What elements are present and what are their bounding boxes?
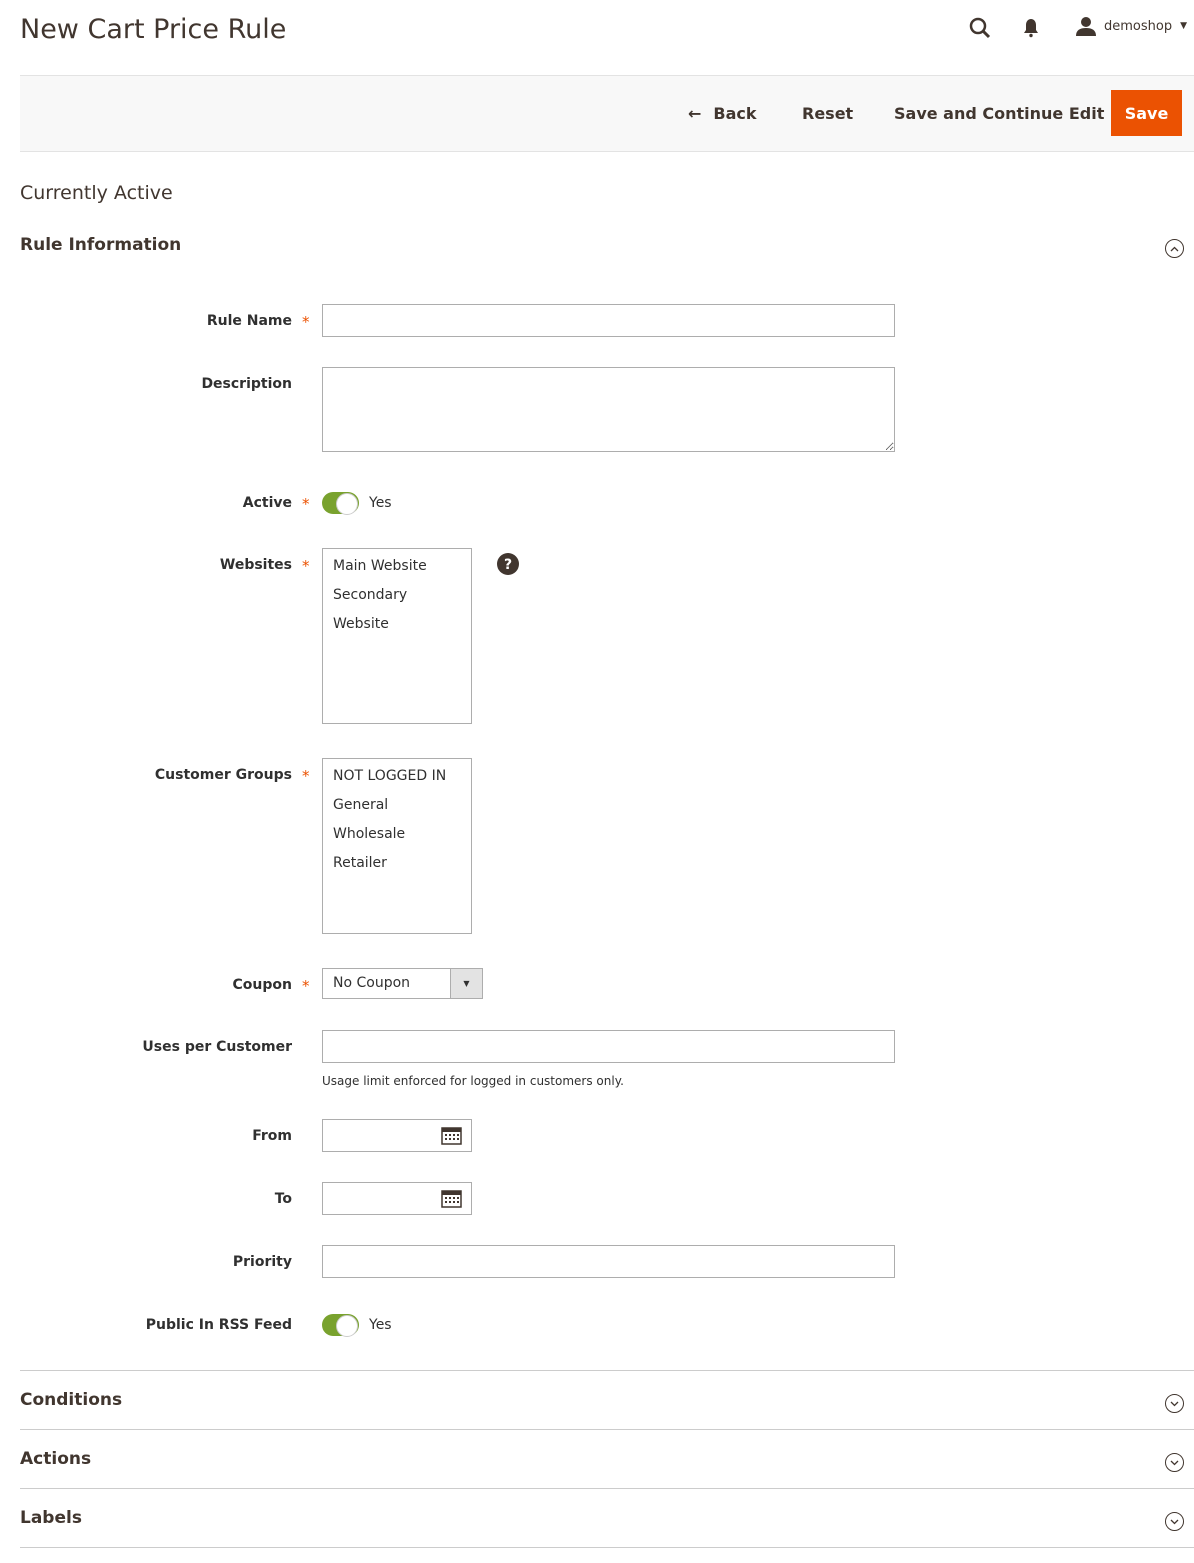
description-textarea[interactable] — [322, 367, 895, 452]
back-button[interactable]: ← Back — [688, 90, 757, 136]
coupon-select[interactable]: No Coupon ▼ — [322, 968, 483, 999]
rss-toggle[interactable] — [322, 1314, 359, 1337]
section-title-rule-information[interactable]: Rule Information — [20, 235, 181, 255]
websites-multiselect[interactable]: Main Website Secondary Website — [322, 548, 472, 724]
group-option[interactable]: Wholesale — [333, 820, 461, 849]
to-label: To — [274, 1191, 292, 1207]
rule-name-label: Rule Name — [206, 313, 292, 329]
priority-input[interactable] — [322, 1245, 895, 1278]
required-mark: * — [302, 557, 310, 575]
svg-text:?: ? — [504, 557, 512, 573]
chevron-down-icon[interactable] — [1165, 1394, 1184, 1413]
priority-label: Priority — [232, 1254, 292, 1270]
required-mark: * — [302, 767, 310, 785]
divider — [20, 1429, 1194, 1430]
user-icon — [1076, 17, 1096, 36]
rule-name-input[interactable] — [322, 304, 895, 337]
uses-per-customer-input[interactable] — [322, 1030, 895, 1063]
bell-icon[interactable] — [1022, 18, 1040, 42]
customer-groups-label: Customer Groups — [154, 767, 292, 783]
websites-label: Websites — [219, 557, 292, 573]
user-menu[interactable]: demoshop ▼ — [1076, 16, 1187, 36]
chevron-down-icon[interactable] — [1165, 1512, 1184, 1531]
chevron-down-icon[interactable] — [1165, 1453, 1184, 1472]
uses-note: Usage limit enforced for logged in custo… — [322, 1074, 624, 1088]
group-option[interactable]: Retailer — [333, 849, 461, 878]
divider — [20, 1547, 1194, 1548]
section-actions[interactable]: Actions — [20, 1449, 91, 1469]
uses-per-customer-label: Uses per Customer — [142, 1039, 292, 1055]
chevron-down-icon: ▼ — [450, 969, 482, 998]
coupon-value: No Coupon — [333, 975, 411, 991]
help-icon[interactable]: ? — [497, 553, 519, 579]
divider — [20, 1370, 1194, 1371]
calendar-icon[interactable] — [441, 1125, 462, 1149]
page-title: New Cart Price Rule — [20, 14, 287, 45]
from-label: From — [252, 1128, 292, 1144]
website-option[interactable]: Secondary Website — [333, 581, 461, 632]
description-label: Description — [201, 376, 292, 392]
chevron-down-icon: ▼ — [1180, 21, 1188, 31]
reset-button[interactable]: Reset — [802, 90, 853, 136]
required-mark: * — [302, 313, 310, 331]
arrow-left-icon: ← — [688, 103, 702, 123]
required-mark: * — [302, 977, 310, 995]
group-option[interactable]: General — [333, 791, 461, 820]
user-name: demoshop — [1104, 18, 1173, 34]
active-label: Active — [242, 495, 292, 511]
rss-label: Public In RSS Feed — [145, 1317, 292, 1333]
coupon-label: Coupon — [232, 977, 292, 993]
rss-state: Yes — [369, 1317, 392, 1333]
save-button[interactable]: Save — [1111, 90, 1182, 136]
calendar-icon[interactable] — [441, 1188, 462, 1212]
group-option[interactable]: NOT LOGGED IN — [333, 762, 461, 791]
chevron-up-icon[interactable] — [1165, 239, 1184, 258]
active-toggle[interactable] — [322, 492, 359, 515]
back-label: Back — [713, 103, 757, 123]
search-icon[interactable] — [968, 16, 992, 44]
save-continue-button[interactable]: Save and Continue Edit — [894, 90, 1104, 136]
divider — [20, 1488, 1194, 1489]
section-conditions[interactable]: Conditions — [20, 1390, 122, 1410]
website-option[interactable]: Main Website — [333, 552, 461, 581]
section-labels[interactable]: Labels — [20, 1508, 82, 1528]
active-state: Yes — [369, 495, 392, 511]
customer-groups-multiselect[interactable]: NOT LOGGED IN General Wholesale Retailer — [322, 758, 472, 934]
status-text: Currently Active — [20, 182, 173, 204]
required-mark: * — [302, 495, 310, 513]
